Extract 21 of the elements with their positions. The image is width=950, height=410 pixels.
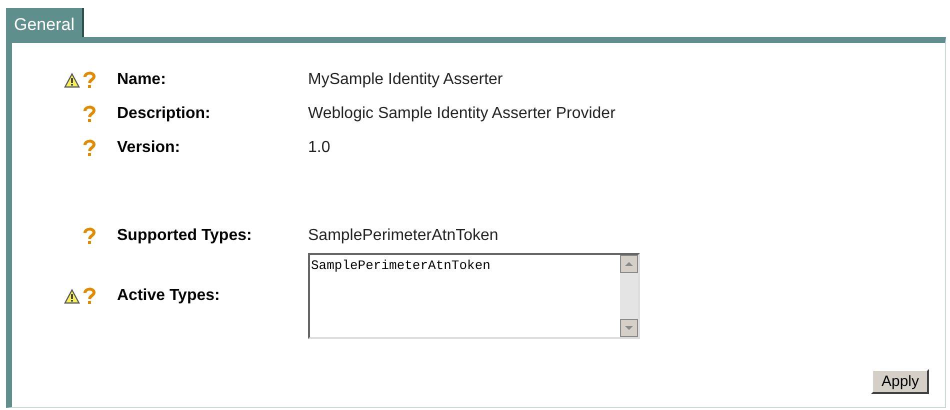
help-icon[interactable] [83, 287, 96, 305]
list-item[interactable]: SamplePerimeterAtnToken [311, 256, 620, 276]
help-icon[interactable] [83, 139, 96, 157]
field-label: Active Types: [117, 286, 221, 306]
field-value: 1.0 [308, 138, 330, 158]
scroll-up-icon[interactable] [620, 255, 638, 273]
help-icon[interactable] [83, 71, 96, 89]
help-icon[interactable] [83, 105, 96, 123]
scrollbar[interactable] [620, 255, 638, 337]
field-label: Description: [117, 104, 212, 124]
field-value: MySample Identity Asserter [308, 70, 503, 90]
field-value: Weblogic Sample Identity Asserter Provider [308, 104, 616, 124]
field-label: Name: [117, 70, 167, 90]
help-icon[interactable] [83, 227, 96, 245]
field-label: Version: [117, 138, 182, 158]
apply-button[interactable]: Apply [871, 369, 929, 394]
tab[interactable]: General [6, 8, 84, 37]
field-value: SamplePerimeterAtnToken [308, 226, 498, 246]
scroll-down-icon[interactable] [620, 319, 638, 337]
list-field[interactable]: SamplePerimeterAtnToken [308, 253, 640, 339]
field-label: Supported Types: [117, 226, 253, 246]
